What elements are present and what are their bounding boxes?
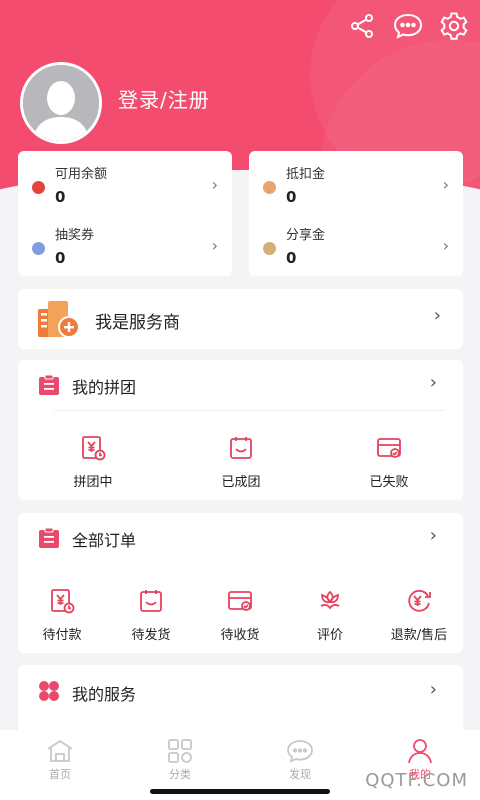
box-check-icon xyxy=(228,591,252,611)
group-status-failed[interactable]: 已失败 xyxy=(344,435,434,490)
wallet-card-left: 可用余额 0 › 抽奖券 0 › xyxy=(18,151,232,276)
group-status-in-progress[interactable]: 拼团中 xyxy=(48,435,138,490)
nav-discover[interactable]: 发现 xyxy=(260,738,340,782)
wallet-label: 分享金 xyxy=(286,228,326,243)
chevron-right-icon: › xyxy=(442,175,449,194)
order-status-label: 评价 xyxy=(316,628,343,643)
share-dot-icon xyxy=(263,242,276,255)
chevron-right-icon: › xyxy=(433,305,441,326)
order-status-pending-payment[interactable]: 待付款 xyxy=(17,588,107,643)
nav-label: 分类 xyxy=(169,768,191,781)
chevron-right-icon: › xyxy=(211,175,218,194)
wallet-value: 0 xyxy=(55,249,66,267)
login-register-link[interactable]: 登录/注册 xyxy=(118,84,210,113)
discover-chat-icon xyxy=(287,740,313,763)
order-status-refund[interactable]: 退款/售后 xyxy=(374,588,464,643)
order-status-label: 待发货 xyxy=(131,628,171,643)
user-icon xyxy=(408,739,432,764)
box-check-icon xyxy=(377,438,401,458)
balance-dot-icon xyxy=(32,181,45,194)
wallet-item-lottery-ticket[interactable]: 抽奖券 0 › xyxy=(18,214,232,274)
home-indicator[interactable] xyxy=(150,789,330,794)
wallet-item-available-balance[interactable]: 可用余额 0 › xyxy=(18,153,232,213)
group-buy-card: 我的拼团 › 拼团中 已成团 已失败 xyxy=(18,360,463,500)
home-icon xyxy=(47,739,73,762)
order-status-review[interactable]: 评价 xyxy=(285,588,375,643)
wallet-value: 0 xyxy=(286,249,297,267)
flower-icon xyxy=(320,590,340,610)
deduction-dot-icon xyxy=(263,181,276,194)
wallet-label: 抵扣金 xyxy=(286,167,326,182)
order-status-label: 退款/售后 xyxy=(390,628,448,643)
gear-icon[interactable] xyxy=(438,10,470,42)
group-status-label: 已失败 xyxy=(369,475,409,490)
avatar[interactable] xyxy=(20,62,102,144)
wallet-value: 0 xyxy=(55,188,66,206)
ticket-dot-icon xyxy=(32,242,45,255)
nav-label: 首页 xyxy=(49,768,71,781)
chevron-right-icon: › xyxy=(442,236,449,255)
category-icon xyxy=(168,739,192,763)
order-status-label: 待收货 xyxy=(220,628,260,643)
order-status-label: 待付款 xyxy=(42,628,82,643)
group-status-label: 拼团中 xyxy=(73,475,113,490)
share-icon[interactable] xyxy=(346,10,378,42)
refund-yen-icon xyxy=(408,589,431,612)
group-status-completed[interactable]: 已成团 xyxy=(196,435,286,490)
nav-category[interactable]: 分类 xyxy=(140,738,220,782)
orders-card: 全部订单 › 待付款 待发货 待收货 评价 退款/售后 xyxy=(18,513,463,653)
yen-clock-icon xyxy=(51,589,75,614)
clipboard-smile-icon xyxy=(140,590,162,612)
nav-home[interactable]: 首页 xyxy=(20,738,100,782)
clipboard-icon xyxy=(39,527,59,548)
wallet-label: 抽奖券 xyxy=(55,228,95,243)
services-card[interactable]: 我的服务 › xyxy=(18,665,463,735)
clover-icon xyxy=(39,681,59,701)
order-status-pending-receipt[interactable]: 待收货 xyxy=(195,588,285,643)
building-plus-icon xyxy=(38,301,80,338)
group-buy-title[interactable]: 我的拼团 xyxy=(72,374,136,398)
wallet-value: 0 xyxy=(286,188,297,206)
group-status-label: 已成团 xyxy=(221,475,261,490)
chevron-right-icon[interactable]: › xyxy=(430,372,437,393)
chevron-right-icon: › xyxy=(211,236,218,255)
yen-clock-icon xyxy=(82,436,106,461)
order-status-pending-shipment[interactable]: 待发货 xyxy=(106,588,196,643)
wallet-item-share-money[interactable]: 分享金 0 › xyxy=(249,214,463,274)
clipboard-icon xyxy=(39,374,59,395)
chevron-right-icon[interactable]: › xyxy=(430,525,437,546)
nav-label: 发现 xyxy=(289,768,311,781)
chevron-right-icon: › xyxy=(429,679,437,700)
orders-title[interactable]: 全部订单 xyxy=(72,527,136,551)
service-provider-label: 我是服务商 xyxy=(95,313,180,333)
wallet-card-right: 抵扣金 0 › 分享金 0 › xyxy=(249,151,463,276)
top-toolbar xyxy=(346,10,470,42)
wallet-label: 可用余额 xyxy=(55,167,108,182)
watermark: QQTF.COM xyxy=(365,770,468,791)
service-provider-card[interactable]: 我是服务商 › xyxy=(18,289,463,349)
divider xyxy=(54,410,445,411)
services-title: 我的服务 xyxy=(72,685,137,704)
wallet-item-deduction[interactable]: 抵扣金 0 › xyxy=(249,153,463,213)
chat-bubble-icon[interactable] xyxy=(392,10,424,42)
clipboard-smile-icon xyxy=(230,437,252,459)
